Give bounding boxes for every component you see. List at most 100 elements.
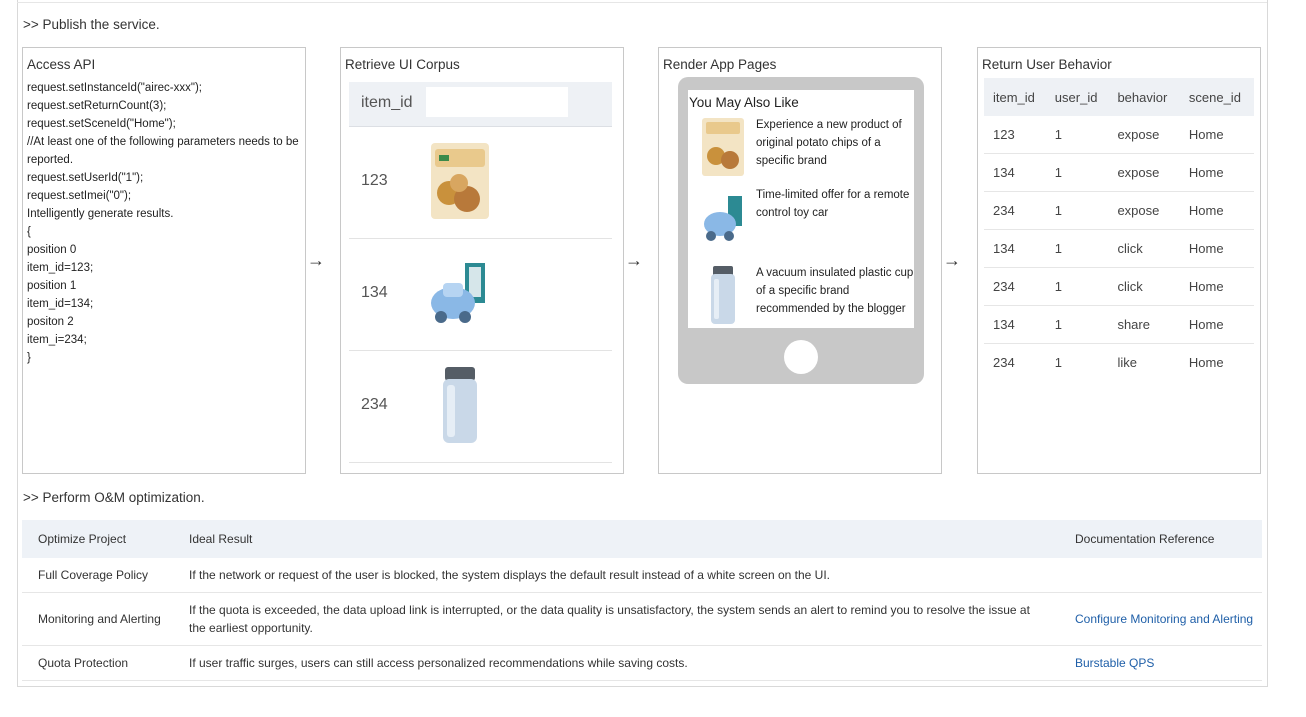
phone-screen: You May Also Like Experience a new produ…: [688, 90, 914, 328]
code-line: request.setUserId("1");: [27, 172, 144, 184]
toy-car-icon: [431, 263, 485, 323]
column-header: behavior: [1108, 78, 1180, 116]
table-cell: click: [1108, 229, 1180, 268]
table-cell: expose: [1108, 116, 1180, 154]
table-row: 134 1 expose Home: [984, 153, 1254, 192]
table-row: 123 1 expose Home: [984, 116, 1254, 154]
om-heading: >> Perform O&M optimization.: [23, 490, 205, 505]
potato-chips-icon: [431, 143, 489, 219]
table-cell: [1059, 558, 1262, 593]
table-cell: Quota Protection: [22, 645, 173, 681]
table-cell: 234: [993, 355, 1015, 370]
item-description: A vacuum insulated plastic cup of a spec…: [756, 267, 914, 315]
table-cell: 1: [1045, 229, 1109, 268]
table-row: Monitoring and Alerting If the quota is …: [22, 592, 1262, 646]
table-row: 134: [349, 239, 612, 351]
table-cell: share: [1108, 305, 1180, 344]
panel-title: Access API: [27, 57, 96, 72]
table-cell: If the quota is exceeded, the data uploa…: [173, 592, 1059, 646]
table-cell: 234: [984, 267, 1046, 306]
table-cell: Full Coverage Policy: [22, 558, 173, 593]
item-description: Experience a new product of original pot…: [756, 119, 902, 167]
table-row: Quota Protection If user traffic surges,…: [22, 645, 1262, 681]
access-api-panel: Access API request.setInstanceId("airec-…: [22, 47, 306, 474]
table-row: 134 1 click Home: [984, 229, 1254, 268]
doc-link-monitoring[interactable]: Configure Monitoring and Alerting: [1075, 612, 1253, 626]
code-line: positon 2: [27, 316, 74, 328]
code-line: //At least one of the following paramete…: [27, 136, 299, 166]
header-blank: [426, 87, 568, 117]
table-cell: Home: [1179, 116, 1254, 154]
table-cell: Monitoring and Alerting: [22, 592, 173, 646]
table-cell: 1: [1045, 191, 1109, 230]
item-id: 123: [361, 172, 388, 189]
potato-chips-icon: [702, 118, 744, 176]
panel-title: Render App Pages: [663, 57, 777, 72]
flow-arrow: →: [307, 250, 325, 270]
corpus-panel: Retrieve UI Corpus item_id 123 134 234: [340, 47, 624, 474]
recommend-title: You May Also Like: [689, 95, 799, 110]
doc-link-burstable-qps[interactable]: Burstable QPS: [1075, 656, 1154, 670]
code-line: }: [27, 352, 31, 364]
code-line: request.setReturnCount(3);: [27, 100, 167, 112]
table-cell: Home: [1179, 153, 1254, 192]
table-header-row: item_id user_id behavior scene_id: [984, 78, 1254, 116]
table-cell: 134: [984, 229, 1046, 268]
om-table: Optimize Project Ideal Result Documentat…: [22, 520, 1262, 681]
code-line: request.setSceneId("Home");: [27, 118, 176, 130]
corpus-table: item_id 123 134 234: [349, 82, 612, 472]
flow-arrow: →: [943, 250, 961, 270]
table-cell: If the network or request of the user is…: [173, 558, 1059, 593]
toy-car-icon: [704, 196, 742, 241]
table-cell: 1: [1054, 355, 1063, 370]
table-row: 234: [349, 351, 612, 463]
table-cell: If user traffic surges, users can still …: [173, 645, 1059, 681]
panel-title: Retrieve UI Corpus: [345, 57, 460, 72]
table-cell: Home: [1179, 229, 1254, 268]
table-cell: like: [1117, 355, 1137, 370]
column-header: item_id: [984, 78, 1046, 116]
column-header: Optimize Project: [22, 520, 173, 558]
column-header: Ideal Result: [173, 520, 1059, 558]
home-button[interactable]: [784, 340, 818, 374]
panel-title: Return User Behavior: [982, 57, 1112, 72]
table-cell: 134: [984, 153, 1046, 192]
table-cell: 234: [984, 191, 1046, 230]
table-cell: click: [1108, 267, 1180, 306]
code-line: position 0: [27, 244, 77, 256]
code-line: request.setImei("0");: [27, 190, 132, 202]
column-header: user_id: [1045, 78, 1109, 116]
code-line: request.setInstanceId("airec-xxx");: [27, 82, 202, 94]
code-line: item_id=123;: [27, 262, 94, 274]
item-id: 234: [361, 396, 388, 413]
table-cell: Home: [1179, 305, 1254, 344]
table-cell: 1: [1045, 267, 1109, 306]
table-cell: expose: [1108, 191, 1180, 230]
render-panel: Render App Pages You May Also Like Exper…: [658, 47, 942, 474]
table-cell: Home: [1179, 267, 1254, 306]
table-cell: Home: [1179, 191, 1254, 230]
table-row: 234 1 expose Home: [984, 191, 1254, 230]
column-header: scene_id: [1179, 78, 1254, 116]
code-line: item_i=234;: [27, 334, 87, 346]
table-cell: 1: [1045, 305, 1109, 344]
code-line: item_id=134;: [27, 298, 94, 310]
table-row: 123: [349, 127, 612, 239]
table-row: 234 1 click Home: [984, 267, 1254, 306]
table-row: 134 1 share Home: [984, 305, 1254, 344]
corpus-header: item_id: [349, 82, 612, 127]
item-description: Time-limited offer for a remote control …: [756, 189, 910, 219]
behavior-panel: Return User Behavior item_id user_id beh…: [977, 47, 1261, 474]
table-row: Full Coverage Policy If the network or r…: [22, 558, 1262, 593]
code-line: position 1: [27, 280, 77, 292]
item-id: 134: [361, 284, 388, 301]
table-cell: 1: [1045, 116, 1109, 154]
table-cell: 1: [1045, 153, 1109, 192]
column-header: item_id: [361, 94, 413, 111]
table-cell: expose: [1108, 153, 1180, 192]
column-header: Documentation Reference: [1059, 520, 1262, 558]
code-line: {: [27, 226, 31, 238]
publish-heading: >> Publish the service.: [23, 17, 160, 32]
code-line: Intelligently generate results.: [27, 208, 174, 220]
flow-arrow: →: [625, 250, 643, 270]
